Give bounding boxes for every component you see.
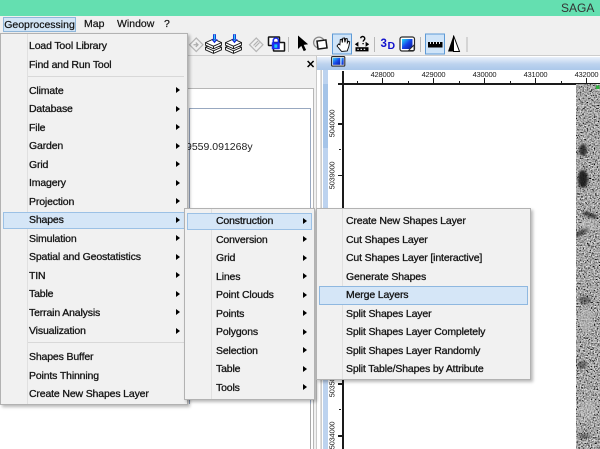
svg-text:D: D — [388, 40, 396, 52]
svg-text:3: 3 — [381, 38, 387, 50]
